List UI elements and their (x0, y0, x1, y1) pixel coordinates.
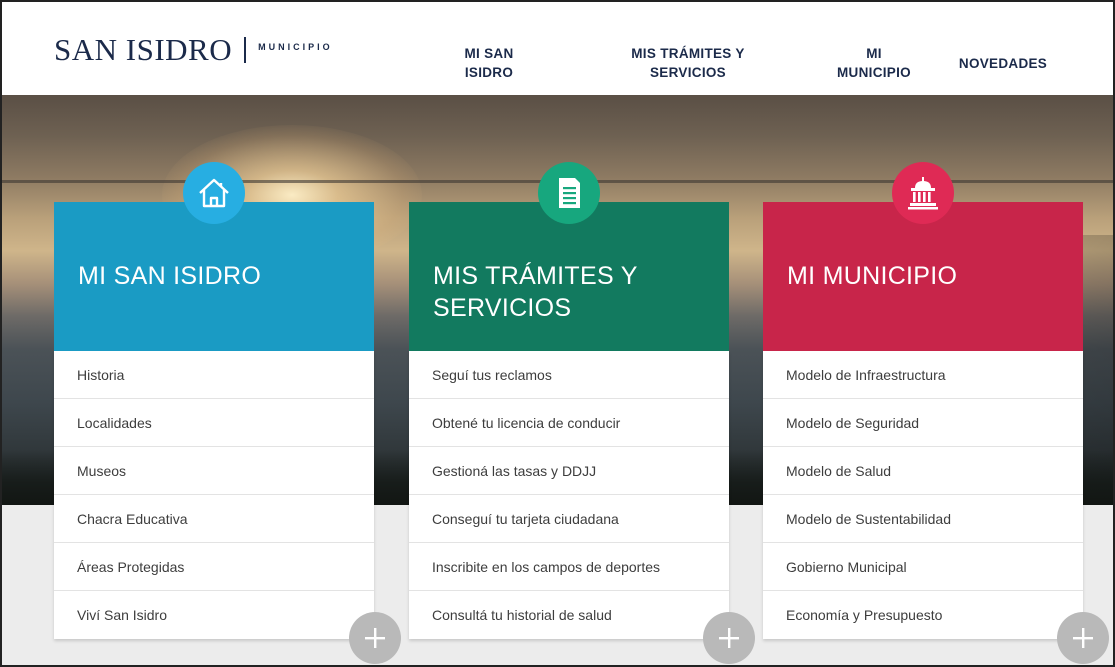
card-header[interactable]: MI SAN ISIDRO (54, 162, 374, 351)
card-list: Seguí tus reclamos Obtené tu licencia de… (409, 351, 729, 639)
plus-icon (365, 628, 385, 648)
nav-mi-san-isidro[interactable]: MI SAN ISIDRO (454, 44, 524, 82)
card-title-line: MI MUNICIPIO (787, 262, 958, 290)
more-button-mis-tramites[interactable] (703, 612, 755, 664)
nav-label: MI (866, 46, 882, 61)
list-item[interactable]: Economía y Presupuesto (763, 591, 1083, 639)
card-list: Modelo de Infraestructura Modelo de Segu… (763, 351, 1083, 639)
card-mis-tramites: MIS TRÁMITES Y SERVICIOS Seguí tus recla… (409, 162, 729, 639)
document-icon (538, 162, 600, 224)
logo-title: SAN ISIDRO (54, 32, 233, 67)
site-header: SAN ISIDRO MUNICIPIO MI SAN ISIDRO MIS T… (2, 2, 1113, 95)
list-item[interactable]: Museos (54, 447, 374, 495)
card-title: MI SAN ISIDRO (78, 260, 261, 292)
plus-icon (1073, 628, 1093, 648)
page-frame: SAN ISIDRO MUNICIPIO MI SAN ISIDRO MIS T… (0, 0, 1115, 667)
nav-label: MIS TRÁMITES Y (631, 46, 745, 61)
logo-divider (244, 37, 247, 63)
list-item[interactable]: Chacra Educativa (54, 495, 374, 543)
card-title: MI MUNICIPIO (787, 260, 957, 292)
logo-subtitle: MUNICIPIO (258, 42, 333, 52)
card-list: Historia Localidades Museos Chacra Educa… (54, 351, 374, 639)
nav-mi-municipio[interactable]: MI MUNICIPIO (834, 44, 914, 82)
card-title-line: MI SAN ISIDRO (78, 262, 262, 290)
list-item[interactable]: Modelo de Sustentabilidad (763, 495, 1083, 543)
card-mi-san-isidro: MI SAN ISIDRO Historia Localidades Museo… (54, 162, 374, 639)
card-header[interactable]: MI MUNICIPIO (763, 162, 1083, 351)
list-item[interactable]: Inscribite en los campos de deportes (409, 543, 729, 591)
list-item[interactable]: Seguí tus reclamos (409, 351, 729, 399)
list-item[interactable]: Gestioná las tasas y DDJJ (409, 447, 729, 495)
nav-label: ISIDRO (464, 65, 514, 80)
more-button-mi-san-isidro[interactable] (349, 612, 401, 664)
card-mi-municipio: MI MUNICIPIO Modelo de Infraestructura M… (763, 162, 1083, 639)
list-item[interactable]: Historia (54, 351, 374, 399)
house-icon (183, 162, 245, 224)
building-icon (892, 162, 954, 224)
nav-novedades[interactable]: NOVEDADES (948, 54, 1058, 73)
nav-label: SERVICIOS (650, 65, 726, 80)
more-button-mi-municipio[interactable] (1057, 612, 1109, 664)
list-item[interactable]: Modelo de Salud (763, 447, 1083, 495)
list-item[interactable]: Consultá tu historial de salud (409, 591, 729, 639)
list-item[interactable]: Viví San Isidro (54, 591, 374, 639)
list-item[interactable]: Conseguí tu tarjeta ciudadana (409, 495, 729, 543)
site-logo[interactable]: SAN ISIDRO MUNICIPIO (54, 32, 333, 68)
nav-label: MI SAN (464, 46, 514, 61)
card-title-line: SERVICIOS (433, 294, 572, 322)
list-item[interactable]: Modelo de Seguridad (763, 399, 1083, 447)
nav-label: MUNICIPIO (837, 65, 911, 80)
nav-mis-tramites[interactable]: MIS TRÁMITES Y SERVICIOS (608, 44, 768, 82)
card-header[interactable]: MIS TRÁMITES Y SERVICIOS (409, 162, 729, 351)
list-item[interactable]: Áreas Protegidas (54, 543, 374, 591)
plus-icon (719, 628, 739, 648)
card-title-line: MIS TRÁMITES Y (433, 262, 638, 290)
card-title: MIS TRÁMITES Y SERVICIOS (433, 260, 638, 324)
nav-label: NOVEDADES (958, 56, 1048, 71)
list-item[interactable]: Localidades (54, 399, 374, 447)
list-item[interactable]: Gobierno Municipal (763, 543, 1083, 591)
list-item[interactable]: Modelo de Infraestructura (763, 351, 1083, 399)
list-item[interactable]: Obtené tu licencia de conducir (409, 399, 729, 447)
